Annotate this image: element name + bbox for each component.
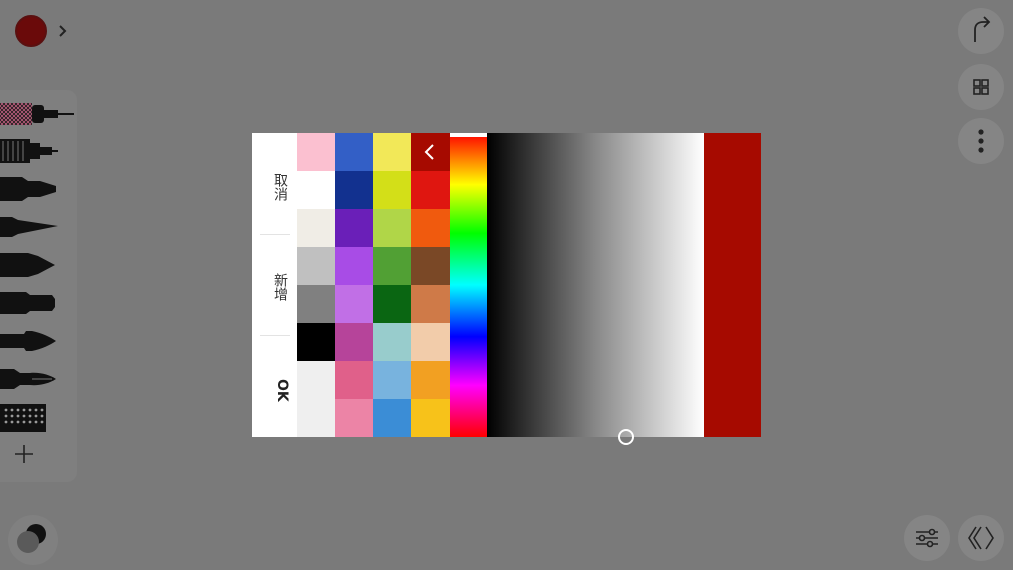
cancel-button[interactable]: 取消 [260,167,290,207]
sliders-icon [916,528,938,548]
layers-icon [17,524,46,553]
color-swatch[interactable] [335,209,373,247]
color-swatch[interactable] [373,399,411,437]
chevron-right-icon[interactable] [54,20,72,42]
picker-actions: 取消 新增 OK [252,133,297,437]
color-swatch[interactable] [335,285,373,323]
color-swatch[interactable] [411,285,450,323]
brush-airbrush[interactable] [0,133,77,169]
add-button[interactable]: 新增 [260,267,290,307]
more-button[interactable] [958,118,1004,164]
selected-color-preview [704,133,761,437]
color-swatch[interactable] [411,361,450,399]
color-swatch[interactable] [297,171,335,209]
hue-slider[interactable] [450,133,487,437]
symmetry-button[interactable] [958,515,1004,561]
color-swatch[interactable] [335,361,373,399]
color-swatch[interactable] [335,133,373,171]
color-swatch[interactable] [297,323,335,361]
color-swatch[interactable] [297,361,335,399]
color-swatch[interactable] [411,209,450,247]
color-swatch[interactable] [373,133,411,171]
adjust-button[interactable] [904,515,950,561]
color-swatch[interactable] [411,399,450,437]
color-swatch[interactable] [297,285,335,323]
divider [260,335,290,336]
share-icon [974,16,991,42]
color-swatch[interactable] [411,171,450,209]
more-vertical-icon [978,129,984,153]
color-swatch[interactable] [335,399,373,437]
color-swatch[interactable] [297,247,335,285]
swatch-grid [297,133,450,437]
divider [260,234,290,235]
brightness-handle[interactable] [617,429,634,445]
color-swatch[interactable] [411,323,450,361]
brush-fat-marker[interactable] [0,285,77,321]
color-swatch[interactable] [373,171,411,209]
chevron-left-icon[interactable] [411,133,449,171]
color-swatch[interactable] [297,209,335,247]
brush-technical-pen[interactable] [0,96,77,132]
color-swatch[interactable] [335,323,373,361]
color-swatch[interactable] [373,247,411,285]
color-picker-dialog: 取消 新增 OK [252,133,761,445]
brush-pen-nib[interactable] [0,209,77,245]
brush-round[interactable] [0,323,77,359]
color-swatch[interactable] [297,399,335,437]
symmetry-icon [968,526,994,550]
layers-button[interactable] [8,515,58,565]
color-swatch[interactable] [373,361,411,399]
plus-icon[interactable] [10,440,38,468]
color-swatch[interactable] [411,247,450,285]
current-color-swatch[interactable] [15,15,47,47]
color-swatch[interactable] [297,133,335,171]
color-swatch[interactable] [373,323,411,361]
grid-icon [973,79,989,95]
color-swatch[interactable] [373,209,411,247]
ok-button[interactable]: OK [260,375,290,405]
brush-fountain-pen[interactable] [0,361,77,397]
share-button[interactable] [958,8,1004,54]
hue-slider-handle[interactable] [450,133,487,137]
brightness-gradient[interactable] [487,133,704,437]
brush-chisel-marker[interactable] [0,247,77,283]
color-swatch[interactable] [335,171,373,209]
gallery-button[interactable] [958,64,1004,110]
color-swatch[interactable] [335,247,373,285]
color-swatch[interactable] [373,285,411,323]
brush-texture[interactable] [0,399,77,435]
brush-marker[interactable] [0,171,77,207]
